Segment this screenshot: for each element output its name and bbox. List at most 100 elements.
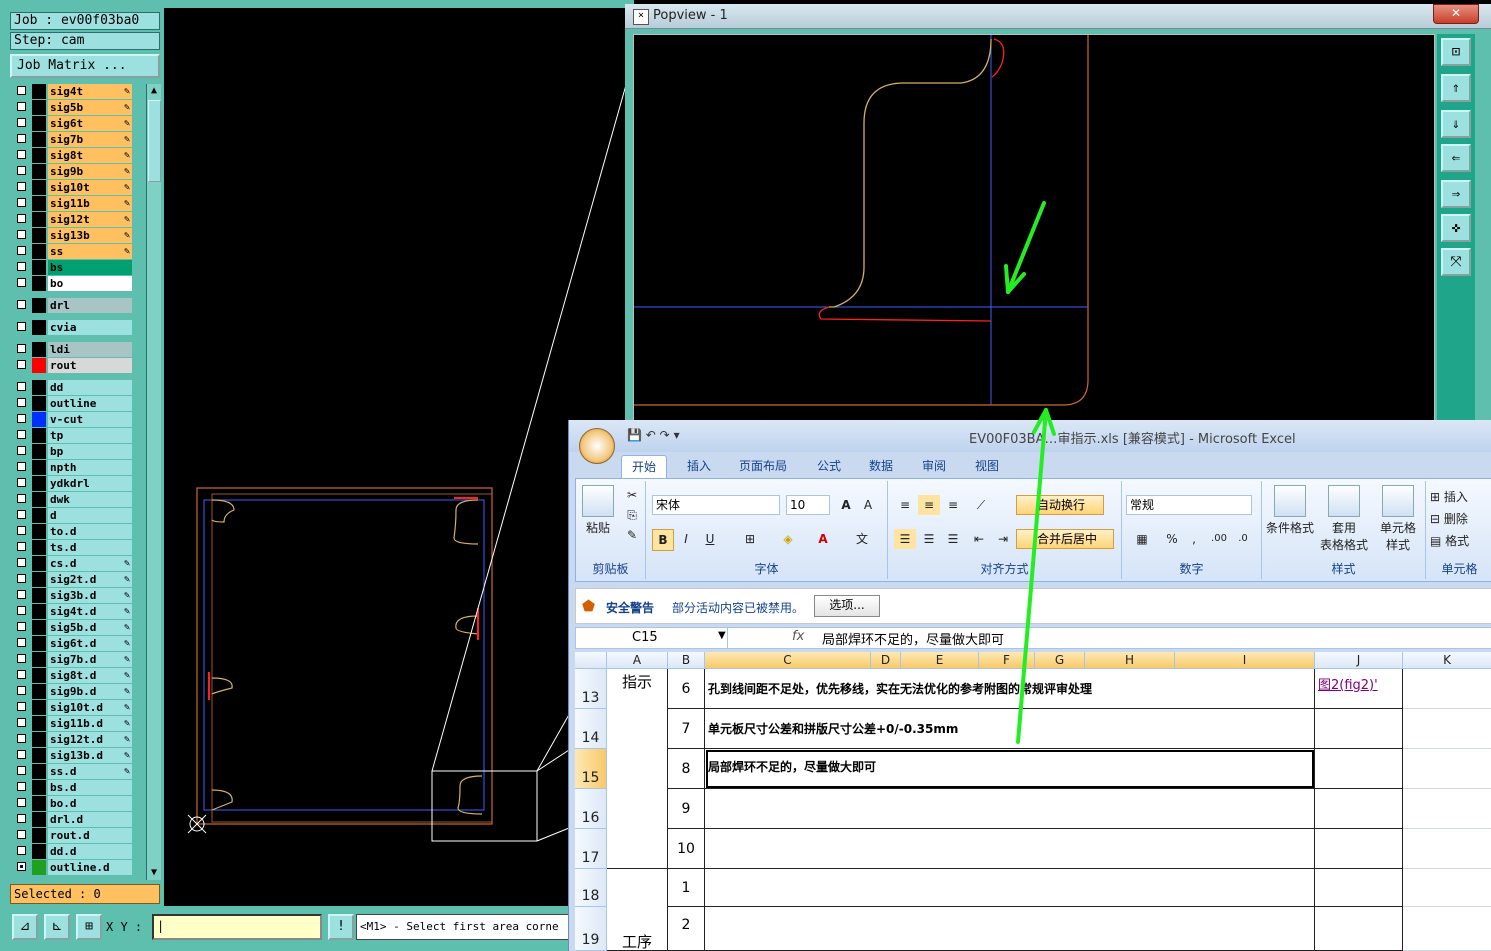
layer-row[interactable]: sig4t ✎ — [12, 84, 132, 99]
layer-checkbox[interactable] — [17, 230, 26, 239]
zoom-in-icon[interactable]: ✜ — [1441, 214, 1471, 242]
layer-checkbox[interactable] — [17, 246, 26, 255]
zoom-out-icon[interactable]: ⤧ — [1441, 248, 1471, 276]
security-options-button[interactable]: 选项... — [814, 595, 880, 617]
layer-name[interactable]: sig9b ✎ — [48, 164, 132, 179]
layer-checkbox[interactable] — [17, 118, 26, 127]
row-header[interactable]: 19 — [575, 907, 607, 951]
layer-checkbox[interactable] — [17, 718, 26, 727]
scroll-down-icon[interactable]: ⇓ — [1441, 110, 1471, 138]
worksheet-grid[interactable]: A B C D E F G H I J K 13 14 15 16 17 18 … — [575, 652, 1491, 951]
layer-row[interactable]: to.d — [12, 524, 132, 539]
table-cell[interactable]: 9 — [668, 789, 705, 829]
layer-checkbox[interactable] — [17, 86, 26, 95]
fill-color-icon[interactable]: ◈ — [776, 529, 800, 549]
layer-checkbox[interactable] — [17, 814, 26, 823]
table-cell[interactable] — [1315, 749, 1403, 789]
layer-checkbox[interactable] — [17, 702, 26, 711]
shrink-font-icon[interactable]: A — [858, 495, 878, 515]
layer-checkbox[interactable] — [17, 590, 26, 599]
layer-name[interactable]: ts.d — [48, 540, 132, 555]
layer-name[interactable]: sig6t ✎ — [48, 116, 132, 131]
layer-row[interactable]: sig5b.d ✎ — [12, 620, 132, 635]
align-center-icon[interactable]: ☰ — [918, 529, 940, 549]
tab-insert[interactable]: 插入 — [677, 455, 721, 477]
layer-name[interactable]: sig8t.d ✎ — [48, 668, 132, 683]
align-right-icon[interactable]: ☰ — [942, 529, 964, 549]
formula-input[interactable]: 局部焊环不足的，尽量做大即可 — [822, 629, 1004, 648]
layer-color-swatch[interactable] — [32, 828, 46, 843]
layer-checkbox[interactable] — [17, 558, 26, 567]
row-header[interactable]: 14 — [575, 709, 607, 749]
layer-color-swatch[interactable] — [32, 716, 46, 731]
job-matrix-button[interactable]: Job Matrix ... — [10, 54, 160, 78]
layer-name[interactable]: dd.d — [48, 844, 132, 859]
layer-checkbox[interactable] — [17, 278, 26, 287]
comma-icon[interactable]: , — [1184, 529, 1204, 549]
layer-color-swatch[interactable] — [32, 396, 46, 411]
layer-color-swatch[interactable] — [32, 132, 46, 147]
layer-color-swatch[interactable] — [32, 100, 46, 115]
font-color-icon[interactable]: A — [812, 529, 834, 549]
cut-icon[interactable]: ✂ — [624, 485, 640, 505]
merge-center-button[interactable]: 合并后居中 — [1016, 529, 1114, 549]
layer-checkbox[interactable] — [17, 494, 26, 503]
layer-name[interactable]: outline.d — [48, 860, 132, 875]
layer-name[interactable]: sig4t.d ✎ — [48, 604, 132, 619]
table-cell[interactable]: 2 — [668, 907, 705, 951]
name-box[interactable]: C15 — [576, 628, 728, 648]
pan-icon[interactable]: ⊡ — [1441, 38, 1471, 66]
layer-name[interactable]: rout — [48, 358, 132, 373]
column-header[interactable]: H — [1085, 652, 1175, 669]
layer-color-swatch[interactable] — [32, 116, 46, 131]
layer-name[interactable]: bs — [48, 260, 132, 275]
column-header[interactable]: A — [607, 652, 668, 669]
merged-cell-a[interactable]: 指示 — [607, 669, 668, 869]
layer-row[interactable]: dwk — [12, 492, 132, 507]
layer-name[interactable]: sig5b.d ✎ — [48, 620, 132, 635]
row-header[interactable]: 15 — [575, 749, 607, 789]
column-header[interactable]: G — [1035, 652, 1085, 669]
undo-icon[interactable]: ↶ — [646, 428, 656, 442]
layer-row[interactable]: sig4t.d ✎ — [12, 604, 132, 619]
layer-row[interactable]: sig13b ✎ — [12, 228, 132, 243]
layer-color-swatch[interactable] — [32, 812, 46, 827]
layer-row[interactable]: outline — [12, 396, 132, 411]
layer-name[interactable]: ss ✎ — [48, 244, 132, 259]
layer-color-swatch[interactable] — [32, 732, 46, 747]
layer-row[interactable]: sig9b.d ✎ — [12, 684, 132, 699]
border-icon[interactable]: ⊞ — [738, 529, 762, 549]
layer-name[interactable]: sig5b ✎ — [48, 100, 132, 115]
layer-row[interactable]: sig11b ✎ — [12, 196, 132, 211]
layer-name[interactable]: v-cut — [48, 412, 132, 427]
layer-checkbox[interactable] — [17, 102, 26, 111]
layer-color-swatch[interactable] — [32, 684, 46, 699]
layer-list-scrollbar[interactable]: ▲ ▼ — [146, 84, 161, 880]
popview-canvas[interactable] — [633, 34, 1435, 424]
layer-row[interactable]: sig7b.d ✎ — [12, 652, 132, 667]
layer-checkbox[interactable] — [17, 574, 26, 583]
cell-style-button[interactable]: 单元格 样式 — [1370, 485, 1426, 553]
scroll-up-icon[interactable]: ▲ — [148, 85, 160, 97]
column-header[interactable]: K — [1403, 652, 1491, 669]
layer-checkbox[interactable] — [17, 526, 26, 535]
table-cell[interactable]: 8 — [668, 749, 705, 789]
layer-name[interactable]: sig10t ✎ — [48, 180, 132, 195]
row-header[interactable]: 13 — [575, 669, 607, 709]
paste-button[interactable]: 粘贴 — [576, 485, 620, 536]
layer-color-swatch[interactable] — [32, 604, 46, 619]
layer-checkbox[interactable] — [17, 510, 26, 519]
layer-row[interactable]: drl.d — [12, 812, 132, 827]
layer-name[interactable]: ydkdrl — [48, 476, 132, 491]
quick-access-toolbar[interactable]: 💾 ↶ ↷ ▾ — [627, 428, 680, 442]
layer-checkbox[interactable] — [17, 360, 26, 369]
layer-checkbox[interactable] — [17, 414, 26, 423]
layer-name[interactable]: sig2t.d ✎ — [48, 572, 132, 587]
popview-titlebar[interactable]: × Popview - 1 ✕ — [625, 4, 1491, 29]
layer-name[interactable]: outline — [48, 396, 132, 411]
tab-review[interactable]: 审阅 — [912, 455, 956, 477]
layer-row[interactable]: ldi — [12, 342, 132, 357]
scroll-up-icon[interactable]: ⇑ — [1441, 74, 1471, 102]
row-header[interactable]: 17 — [575, 829, 607, 869]
layer-name[interactable]: sig6t.d ✎ — [48, 636, 132, 651]
